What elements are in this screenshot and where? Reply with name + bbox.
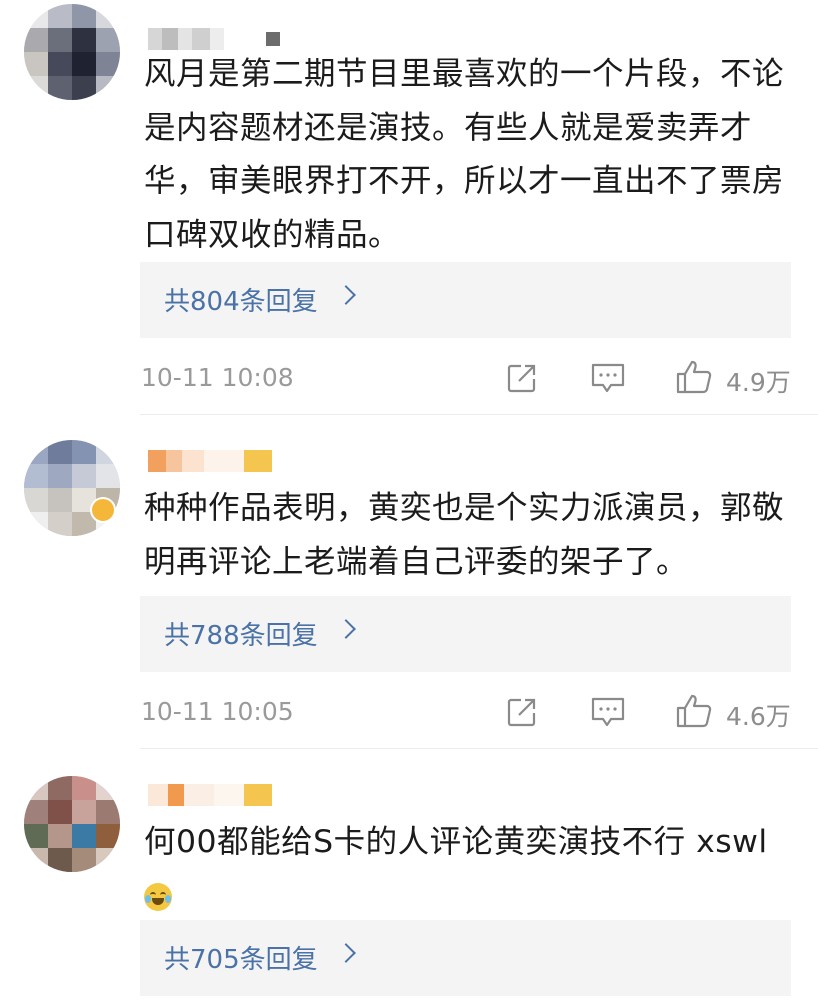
view-replies-button[interactable]: 共705条回复 [140, 920, 791, 996]
comment-text: 何00都能给S卡的人评论黄奕演技不行 xswl [144, 816, 794, 923]
avatar[interactable] [24, 776, 120, 872]
comment-item: 何00都能给S卡的人评论黄奕演技不行 xswl 共705条回复 [0, 0, 818, 1000]
chevron-right-icon [336, 943, 356, 963]
username-redacted[interactable] [148, 784, 274, 806]
comment-text-body: 何00都能给S卡的人评论黄奕演技不行 xswl [144, 824, 768, 860]
replies-count-label: 共705条回复 [164, 945, 318, 975]
laugh-cry-emoji-icon [144, 882, 172, 911]
